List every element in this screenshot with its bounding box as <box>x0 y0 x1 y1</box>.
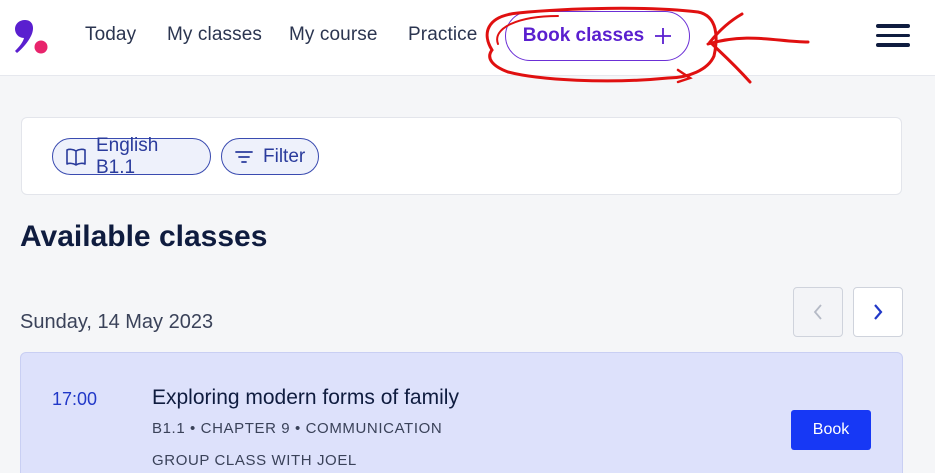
filter-bar: English B1.1 Filter <box>21 117 902 195</box>
class-teacher: GROUP CLASS WITH JOEL <box>152 452 357 469</box>
filter-chip-label: Filter <box>263 145 306 167</box>
nav-my-course[interactable]: My course <box>289 24 378 46</box>
top-nav: Today My classes My course Practice Book… <box>0 0 935 76</box>
nav-today[interactable]: Today <box>85 24 136 46</box>
previous-day-button[interactable] <box>793 287 843 337</box>
class-title: Exploring modern forms of family <box>152 386 459 409</box>
page-title: Available classes <box>20 220 268 253</box>
chevron-left-icon <box>813 304 822 320</box>
book-classes-label: Book classes <box>522 25 645 46</box>
plus-icon <box>655 28 672 44</box>
brand-logo-icon[interactable] <box>13 18 49 56</box>
class-meta: B1.1 • CHAPTER 9 • COMMUNICATION <box>152 420 443 437</box>
date-heading: Sunday, 14 May 2023 <box>20 311 214 333</box>
book-class-button[interactable]: Book <box>791 410 871 450</box>
course-chip-label: English B1.1 <box>96 134 159 178</box>
class-time: 17:00 <box>52 389 98 409</box>
book-icon <box>66 148 86 166</box>
menu-icon[interactable] <box>876 24 910 50</box>
book-classes-button[interactable]: Book classes <box>505 11 690 61</box>
course-chip[interactable]: English B1.1 <box>52 135 211 178</box>
next-day-button[interactable] <box>853 287 903 337</box>
chevron-right-icon <box>874 304 883 320</box>
class-card: 17:00 Exploring modern forms of family B… <box>20 352 903 473</box>
filter-chip[interactable]: Filter <box>221 138 319 175</box>
nav-my-classes[interactable]: My classes <box>167 24 262 46</box>
nav-practice[interactable]: Practice <box>408 24 477 46</box>
filter-icon <box>235 150 253 163</box>
